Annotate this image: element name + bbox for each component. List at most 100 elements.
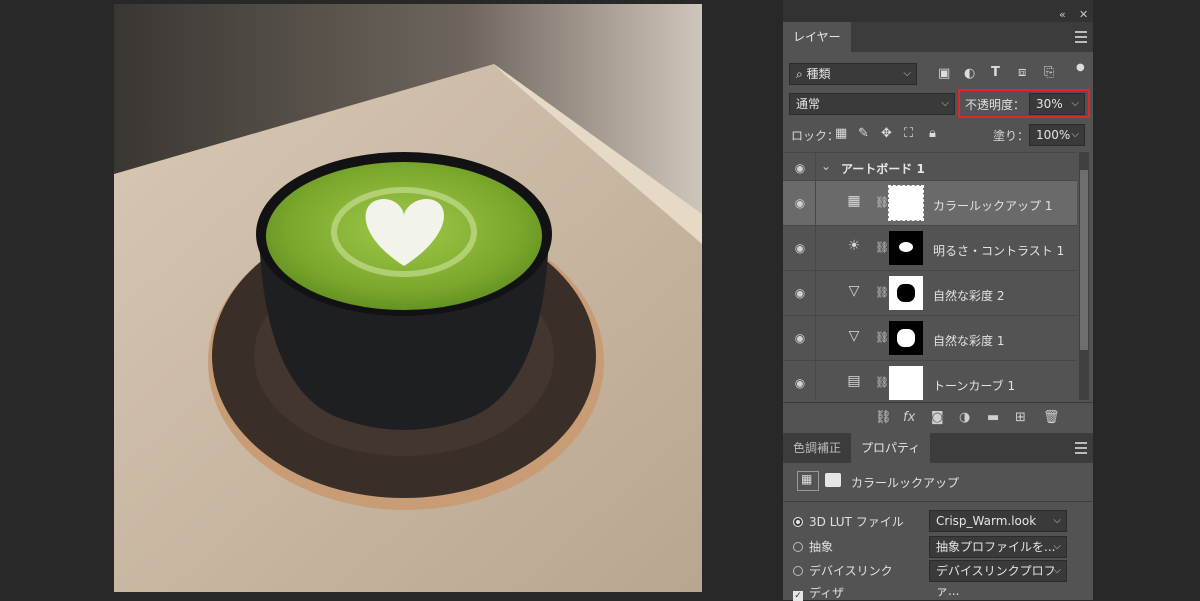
option-label: ディザ [809,586,845,600]
double-chevron-icon[interactable]: « [1059,8,1066,21]
radio-selected-icon[interactable] [793,517,803,527]
vibrance-icon: ▽ [848,283,860,299]
chain-link-icon[interactable]: ⛓ [875,241,889,254]
lut-file-select[interactable]: Crisp_Warm.look ⌵ [929,510,1067,532]
eye-column-divider [815,181,816,225]
divider [783,501,1093,502]
eye-icon[interactable]: ◉ [793,331,807,345]
mask-mode-icon[interactable] [825,473,841,487]
smartobject-filter-icon[interactable]: ⎘ [1044,65,1054,80]
type-filter-icon[interactable]: T [991,65,1000,80]
shape-filter-icon[interactable]: ⧈ [1018,65,1026,80]
layers-bottom-toolbar: ⛓ fx ◙ ◑ ▬ ⊞ 🗑︎ [783,402,1093,433]
image-filter-icon[interactable]: ▣ [938,66,950,81]
filter-kind-label: 種類 [806,67,831,81]
layer-name: 明るさ・コントラスト 1 [933,244,1065,258]
fx-icon[interactable]: fx [903,410,915,425]
tab-layers[interactable]: レイヤー [783,22,851,52]
eye-column-divider [815,226,816,270]
chain-link-icon[interactable]: ⛓ [875,196,889,209]
lut-file-value: Crisp_Warm.look [936,514,1037,528]
layer-row[interactable]: ◉ ☀ ⛓ 明るさ・コントラスト 1 [783,225,1077,270]
layer-row[interactable]: ◉ ▦ ⛓ カラールックアップ 1 [783,180,1077,225]
color-lookup-icon: ▦ [847,193,861,209]
blend-mode-value: 通常 [796,97,821,111]
adjustment-layer-icon[interactable]: ◑ [959,410,970,425]
layer-row[interactable]: ◉ ▤ ⛓ トーンカーブ 1 [783,360,1077,400]
scrollbar-thumb[interactable] [1080,170,1088,350]
eye-icon[interactable]: ◉ [793,376,807,390]
fill-input[interactable]: 100% ⌵ [1029,124,1085,146]
close-icon[interactable]: ✕ [1079,8,1088,21]
chevron-down-icon: ⌵ [1053,515,1061,526]
lock-all-icon[interactable]: 🔒︎ [929,126,936,141]
grid-icon: ▦ [801,472,813,486]
layer-name: 自然な彩度 2 [933,289,1005,303]
eye-column-divider [815,361,816,400]
option-abstract[interactable]: 抽象 [793,538,833,555]
mask-blob [897,329,915,347]
properties-body: ▦ カラールックアップ 3D LUT ファイル Crisp_Warm.look … [783,463,1093,601]
layer-mask-thumbnail[interactable] [889,231,923,265]
option-label: 抽象 [809,540,834,554]
layers-scrollbar[interactable] [1079,152,1089,400]
layer-name: トーンカーブ 1 [933,379,1016,393]
adjustment-filter-icon[interactable]: ◐ [964,66,975,81]
option-3dlut[interactable]: 3D LUT ファイル [793,513,904,530]
radio-icon[interactable] [793,542,803,552]
chevron-down-icon: ⌵ [941,98,949,109]
eye-icon[interactable]: ◉ [793,241,807,255]
lock-label: ロック： [791,129,840,143]
link-layers-icon[interactable]: ⛓ [875,410,892,425]
lock-artboard-icon[interactable]: ⛶ [904,126,913,141]
lock-transparent-pixels-icon[interactable]: ▦ [835,126,847,141]
layer-mask-thumbnail[interactable] [889,366,923,400]
layer-name: 自然な彩度 1 [933,334,1005,348]
option-label: 3D LUT ファイル [809,515,904,529]
layers-tab-bar: レイヤー [783,22,1093,52]
abstract-value: 抽象プロファイルを... [936,540,1056,554]
devicelink-profile-select[interactable]: デバイスリンクプロファ... ⌵ [929,560,1067,598]
new-layer-icon[interactable]: ⊞ [1015,410,1026,425]
opacity-highlight-box [958,89,1090,118]
layer-row[interactable]: ◉ ▽ ⛓ 自然な彩度 2 [783,270,1077,315]
properties-tab-bar: 色調補正 プロパティ [783,433,1093,463]
eye-icon[interactable]: ◉ [793,161,807,175]
eye-icon[interactable]: ◉ [793,286,807,300]
tab-adjustments[interactable]: 色調補正 [783,433,851,463]
abstract-profile-select[interactable]: 抽象プロファイルを... ⌵ [929,536,1067,558]
chevron-down-icon: ⌵ [1053,565,1061,576]
document-canvas[interactable] [114,4,702,592]
layer-mask-thumbnail[interactable] [888,185,924,221]
layer-mask-thumbnail[interactable] [889,321,923,355]
layer-filter-select[interactable]: ⌕ 種類 ⌵ [789,63,917,85]
chain-link-icon[interactable]: ⛓ [875,331,889,344]
panel-menu-icon[interactable] [1075,439,1087,455]
chain-link-icon[interactable]: ⛓ [875,376,889,389]
folder-icon[interactable]: ▬ [987,410,999,425]
layer-row[interactable]: ◉ ⌄ アートボード 1 [783,152,1077,180]
eye-icon[interactable]: ◉ [793,196,807,210]
lock-position-icon[interactable]: ✥ [881,126,892,141]
layer-row[interactable]: ◉ ▽ ⛓ 自然な彩度 1 [783,315,1077,360]
filter-toggle-icon[interactable]: ● [1076,62,1085,73]
add-mask-icon[interactable]: ◙ [931,410,944,425]
chevron-down-icon[interactable]: ⌄ [821,159,831,173]
radio-icon[interactable] [793,566,803,576]
layers-panel: « ✕ レイヤー ⌕ 種類 ⌵ ▣ ◐ T ⧈ ⎘ ● 通常 ⌵ 不透明度： 3… [783,0,1093,601]
panel-menu-icon[interactable] [1075,28,1087,44]
layer-mask-thumbnail[interactable] [889,276,923,310]
trash-icon[interactable]: 🗑︎ [1043,410,1060,425]
dither-option[interactable]: ✓ ディザ [793,584,844,601]
option-devicelink[interactable]: デバイスリンク [793,562,893,579]
mask-blob [899,242,913,252]
brightness-icon: ☀ [847,238,861,254]
chain-link-icon[interactable]: ⛓ [875,286,889,299]
lock-image-pixels-icon[interactable]: ✎ [858,126,869,141]
fill-label: 塗り： [993,129,1030,143]
tab-properties[interactable]: プロパティ [851,433,931,463]
curves-icon: ▤ [847,373,861,389]
blend-mode-select[interactable]: 通常 ⌵ [789,93,955,115]
layer-name: アートボード 1 [841,162,925,176]
chevron-down-icon[interactable]: ⌵ [1071,125,1079,145]
